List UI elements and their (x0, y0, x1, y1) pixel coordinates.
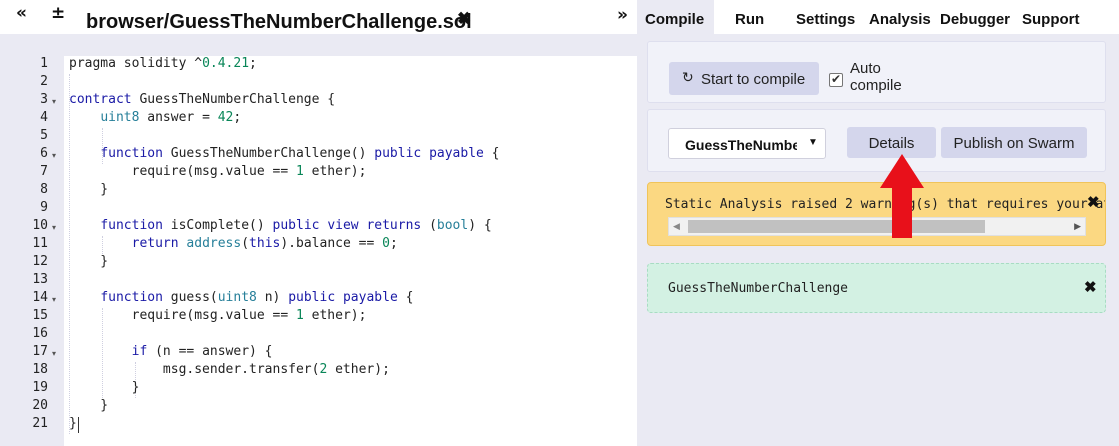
line-number: 7 (40, 164, 48, 179)
line-number: 21 (32, 416, 48, 431)
code-line: contract GuessTheNumberChallenge { (69, 92, 336, 107)
static-analysis-warning: Static Analysis raised 2 warning(s) that… (647, 182, 1106, 246)
close-warning-icon[interactable]: ✖ (1087, 193, 1100, 211)
add-file-icon[interactable]: ± (51, 3, 65, 23)
details-button-label: Details (868, 135, 915, 152)
line-number: 8 (40, 182, 48, 197)
fold-arrow-icon[interactable]: ▾ (52, 349, 56, 358)
code-line: msg.sender.transfer(2 ether); (69, 362, 390, 377)
fold-arrow-icon[interactable]: ▾ (52, 223, 56, 232)
compile-box: ↻ Start to compile ✔ Auto compile (647, 41, 1106, 103)
line-number: 16 (32, 326, 48, 341)
code-line: function GuessTheNumberChallenge() publi… (100, 146, 500, 161)
line-number-gutter: 1 2 3 ▾ 4 5 6 ▾ 7 8 9 10 ▾ 11 12 13 14 ▾… (0, 56, 64, 446)
close-tab-icon[interactable]: ✖ (457, 9, 471, 29)
start-compile-button[interactable]: ↻ Start to compile (669, 62, 819, 95)
line-number: 19 (32, 380, 48, 395)
auto-compile-label: Auto compile (850, 60, 902, 94)
panel-tabs: Compile Run Settings Analysis Debugger S… (637, 0, 1119, 34)
line-number: 5 (40, 128, 48, 143)
arrow-shape (880, 154, 924, 238)
compiled-contract-name: GuessTheNumberChallenge (668, 281, 849, 296)
horizontal-scrollbar[interactable]: ◀ ▶ (668, 217, 1086, 236)
fold-arrow-icon[interactable]: ▾ (52, 151, 56, 160)
line-number: 12 (32, 254, 48, 269)
line-number: 6 (40, 146, 48, 161)
tab-compile[interactable]: Compile (645, 11, 704, 28)
red-arrow-annotation (880, 154, 924, 238)
publish-swarm-button[interactable]: Publish on Swarm (941, 127, 1087, 158)
auto-compile-checkbox[interactable]: ✔ (829, 72, 843, 87)
tab-run[interactable]: Run (735, 11, 764, 28)
line-number: 13 (32, 272, 48, 287)
code-line: require(msg.value == 1 ether); (69, 308, 367, 323)
code-line: if (n == answer) { (131, 344, 273, 359)
close-success-icon[interactable]: ✖ (1084, 278, 1097, 296)
line-number: 3 (40, 92, 48, 107)
start-compile-label: Start to compile (701, 71, 806, 88)
contract-select[interactable]: GuessTheNumberChallenge ▼ (668, 128, 826, 159)
code-line: return address(this).balance == 0; (131, 236, 398, 251)
code-line: } (69, 182, 109, 197)
editor: 1 2 3 ▾ 4 5 6 ▾ 7 8 9 10 ▾ 11 12 13 14 ▾… (0, 34, 637, 446)
checkmark-icon: ✔ (831, 72, 842, 86)
contract-select-value: GuessTheNumberChallenge (685, 137, 797, 153)
code-line: uint8 answer = 42; (100, 110, 242, 125)
code-editor[interactable]: pragma solidity ^0.4.21; contract GuessT… (64, 56, 637, 446)
line-number: 14 (32, 290, 48, 305)
line-number: 10 (32, 218, 48, 233)
line-number: 9 (40, 200, 48, 215)
tab-support[interactable]: Support (1022, 11, 1080, 28)
code-line: } (69, 398, 109, 413)
file-tab-label: browser/GuessTheNumberChallenge.sol (86, 11, 472, 33)
line-number: 15 (32, 308, 48, 323)
compiled-contract-message: GuessTheNumberChallenge ✖ (647, 263, 1106, 313)
scrollbar-thumb[interactable] (688, 220, 985, 233)
line-number: 11 (32, 236, 48, 251)
fold-arrow-icon[interactable]: ▾ (52, 97, 56, 106)
text-cursor (78, 417, 79, 433)
file-tab[interactable]: browser/GuessTheNumberChallenge.sol ✖ (75, 3, 472, 34)
editor-toolbar: « ± browser/GuessTheNumberChallenge.sol … (0, 0, 637, 34)
code-line: } (69, 416, 77, 431)
dropdown-arrow-icon: ▼ (808, 137, 818, 148)
tab-settings[interactable]: Settings (796, 11, 855, 28)
line-number: 17 (32, 344, 48, 359)
line-number: 18 (32, 362, 48, 377)
code-line: require(msg.value == 1 ether); (69, 164, 367, 179)
collapse-left-icon[interactable]: « (16, 3, 27, 23)
tab-debugger[interactable]: Debugger (940, 11, 1010, 28)
code-line: function isComplete() public view return… (100, 218, 492, 233)
publish-swarm-label: Publish on Swarm (953, 135, 1075, 152)
code-line: pragma solidity ^0.4.21; (69, 56, 257, 71)
fold-arrow-icon[interactable]: ▾ (52, 295, 56, 304)
line-number: 4 (40, 110, 48, 125)
line-number: 1 (40, 56, 48, 71)
tab-analysis[interactable]: Analysis (869, 11, 931, 28)
contract-box: GuessTheNumberChallenge ▼ Details Publis… (647, 109, 1106, 172)
code-line: function guess(uint8 n) public payable { (100, 290, 414, 305)
scroll-right-icon[interactable]: ▶ (1074, 221, 1081, 232)
refresh-icon: ↻ (682, 70, 694, 86)
collapse-right-icon[interactable]: » (617, 5, 628, 25)
code-line: } (69, 380, 140, 395)
code-line: } (69, 254, 109, 269)
line-number: 2 (40, 74, 48, 89)
scroll-left-icon[interactable]: ◀ (673, 221, 680, 232)
line-number: 20 (32, 398, 48, 413)
